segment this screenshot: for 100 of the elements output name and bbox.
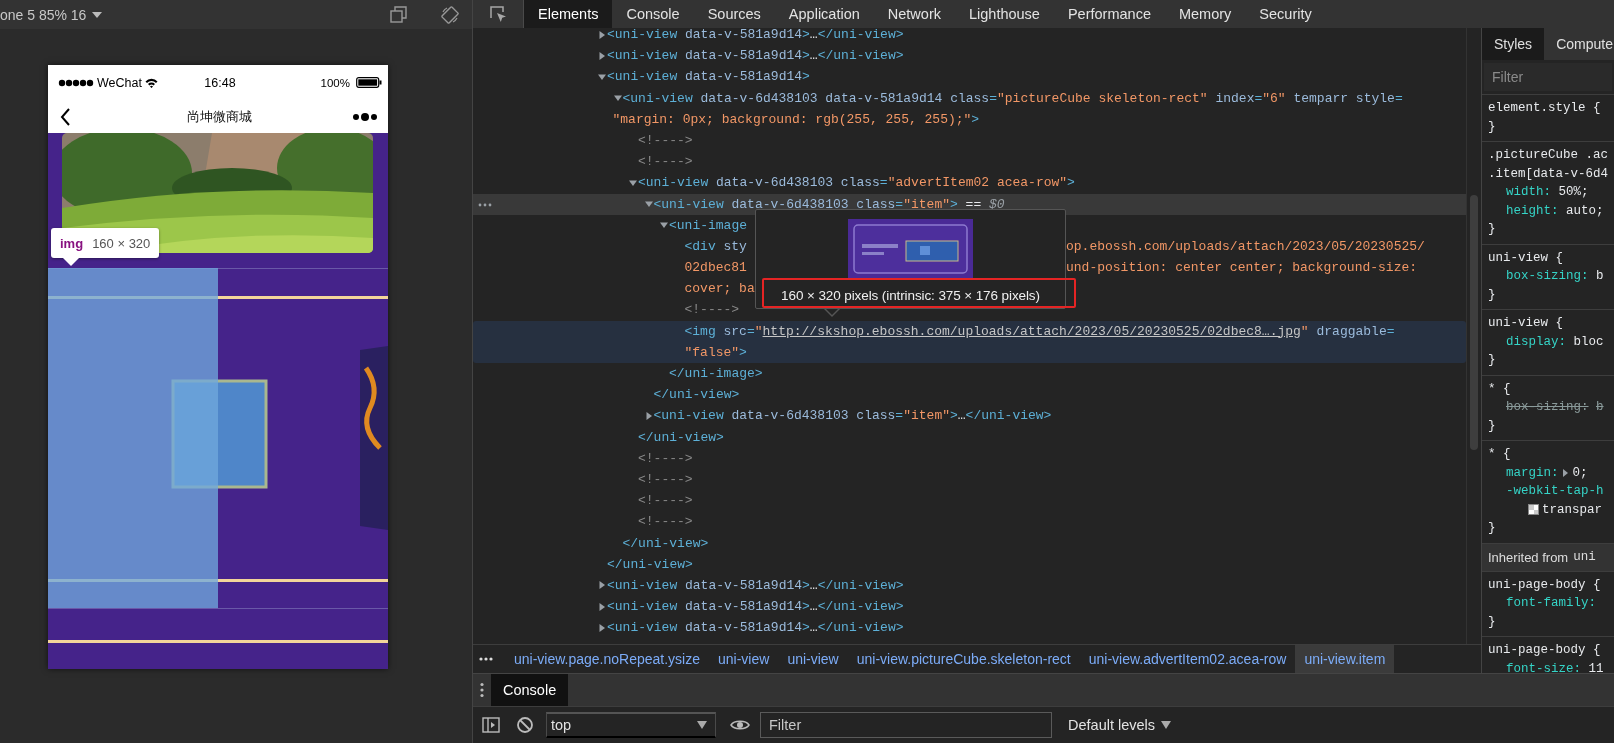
link[interactable]: http://skshop.ebossh.com/uploads/attach/2023/05/20230525/02dbec8….jpg	[762, 323, 1301, 339]
back-icon[interactable]	[60, 106, 71, 127]
code-line: </uni-view>	[638, 428, 724, 447]
panel-tab[interactable]: Console	[612, 0, 694, 28]
code-line: "margin: 0px; background: rgb(255, 255, 255);">	[612, 110, 980, 129]
breadcrumb[interactable]: uni-view	[778, 645, 848, 673]
element-link[interactable]: uni	[1573, 550, 1596, 564]
code-line: <uni-view data-v-581a9d14>…</uni-view>	[607, 47, 904, 66]
css-declaration: box-sizing: b	[1505, 399, 1605, 416]
css-declaration: display: bloc	[1505, 333, 1605, 351]
image-size-caption: 160 × 320 pixels (intrinsic: 375 × 176 pixels)	[781, 288, 1040, 303]
rotate-icon[interactable]	[441, 5, 459, 24]
code-line: <!---->	[638, 131, 693, 150]
filter-field[interactable]: Filter	[760, 712, 1052, 738]
more-icon[interactable]	[352, 111, 378, 122]
code-line: <!---->	[684, 301, 740, 320]
expand-icon[interactable]	[597, 29, 607, 40]
carrier-name: WeChat	[97, 75, 142, 90]
css-selector: .pictureCube .ac	[1488, 147, 1609, 164]
page-title: 尚坤微商城	[186, 107, 252, 126]
filter-field[interactable]: Filter	[1484, 63, 1612, 91]
code-line: </uni-view>	[607, 555, 693, 574]
code-line: <uni-view data-v-581a9d14>	[607, 68, 810, 87]
eye-icon[interactable]	[730, 718, 750, 732]
css-selector: .item[data-v-6d4	[1488, 165, 1609, 183]
element-size: 160 × 320	[92, 235, 151, 251]
panel-tab[interactable]: Application	[774, 0, 874, 28]
code-line: <uni-view data-v-6d438103 data-v-581a9d14 class="pictureCube skeleton-rect" index="6" temparr style=	[622, 89, 1403, 108]
wifi-icon	[144, 77, 158, 88]
css-brace: }	[1488, 417, 1496, 435]
css-declaration: font-size: 11	[1505, 660, 1605, 673]
battery-icon	[356, 77, 382, 88]
css-brace: }	[1488, 286, 1496, 304]
code-line: <uni-view data-v-6d438103 class="item"> == $0	[653, 195, 1005, 214]
expand-icon[interactable]	[597, 50, 607, 61]
breadcrumb[interactable]: uni-view.pictureCube.skeleton-rect	[847, 645, 1080, 673]
code-line: </uni-image>	[669, 365, 763, 383]
expand-icon[interactable]	[597, 580, 607, 591]
css-declaration: margin: 0;	[1505, 464, 1589, 482]
menu-icon[interactable]	[480, 682, 484, 698]
clear-icon[interactable]	[516, 716, 534, 734]
panel-tab[interactable]: Sources	[693, 0, 775, 28]
window-icon[interactable]	[390, 6, 407, 23]
css-brace: }	[1488, 118, 1496, 136]
panel-tab[interactable]: Elements	[524, 0, 613, 28]
css-selector: uni-page-body {	[1488, 642, 1601, 659]
panel-tab[interactable]: Network	[873, 0, 955, 28]
code-line: <!---->	[638, 449, 693, 468]
code-line: cover; ba	[684, 280, 755, 299]
caret-icon	[697, 721, 707, 729]
panel-tab[interactable]: Performance	[1053, 0, 1165, 28]
color-swatch-icon[interactable]	[1528, 504, 1539, 516]
panel-tab[interactable]: Security	[1245, 0, 1326, 28]
section-label: Inherited from	[1488, 549, 1569, 565]
code-line: "false">	[684, 343, 747, 362]
panel-tab[interactable]: Styles	[1482, 28, 1545, 60]
drawer-tab[interactable]: Console	[491, 674, 569, 706]
inspect-icon[interactable]	[489, 5, 507, 23]
code-line: <uni-view data-v-581a9d14>…</uni-view>	[607, 28, 904, 44]
css-declaration: height: auto;	[1505, 202, 1605, 220]
css-selector: uni-view {	[1488, 315, 1563, 332]
device-label[interactable]: one 5 85% 16	[0, 6, 87, 23]
code-line: <uni-image	[669, 216, 747, 235]
status-time: 16:48	[204, 75, 236, 90]
caret-icon[interactable]	[91, 10, 104, 19]
breadcrumb[interactable]: uni-view.advertItem02.acea-row	[1079, 645, 1296, 673]
css-selector: element.style {	[1488, 100, 1601, 117]
signal-icon	[58, 78, 94, 87]
code-line: <!---->	[638, 513, 693, 532]
breadcrumb[interactable]: uni-view.page.noRepeat.ysize	[505, 645, 709, 673]
css-declaration: box-sizing: b	[1505, 268, 1605, 285]
tag-name: img	[60, 235, 84, 251]
panel-tab[interactable]: Lighthouse	[955, 0, 1054, 28]
breadcrumb[interactable]: uni-view.item	[1295, 645, 1395, 673]
css-selector: uni-page-body {	[1488, 576, 1601, 594]
code-line: <!---->	[638, 492, 693, 511]
css-brace: }	[1488, 520, 1496, 537]
code-line: 02dbec81	[684, 259, 747, 278]
code-line: </uni-view>	[622, 534, 709, 553]
panel-tab[interactable]: Memory	[1164, 0, 1246, 28]
css-declaration: width: 50%;	[1505, 184, 1590, 201]
scrollbar[interactable]	[1470, 195, 1478, 450]
css-declaration: font-family:	[1505, 595, 1597, 612]
more-icon[interactable]	[479, 656, 493, 662]
css-selector: uni-view {	[1488, 249, 1563, 267]
code-line: <uni-view data-v-6d438103 class="item">…</uni-view>	[653, 407, 1052, 426]
levels-dropdown[interactable]: Default levels	[1062, 716, 1178, 734]
css-brace: }	[1488, 352, 1496, 369]
code-line: <img src="http://skshop.ebossh.com/uploads/attach/2023/05/20230525/02dbec8….jpg" draggable=	[684, 322, 1395, 341]
panel-tab[interactable]: Compute	[1544, 28, 1614, 60]
code-line: <!---->	[638, 153, 693, 172]
sidebar-icon[interactable]	[482, 717, 500, 733]
expand-icon[interactable]	[597, 601, 607, 612]
expand-icon[interactable]	[597, 622, 607, 633]
battery-percent: 100%	[320, 76, 350, 89]
context-dropdown[interactable]: top	[546, 712, 716, 738]
code-line: <uni-view data-v-6d438103 class="advertItem02 acea-row">	[638, 174, 1075, 193]
breadcrumb[interactable]: uni-view	[709, 645, 779, 673]
css-value: transpar	[1542, 501, 1602, 519]
code-line: </uni-view>	[653, 386, 740, 405]
